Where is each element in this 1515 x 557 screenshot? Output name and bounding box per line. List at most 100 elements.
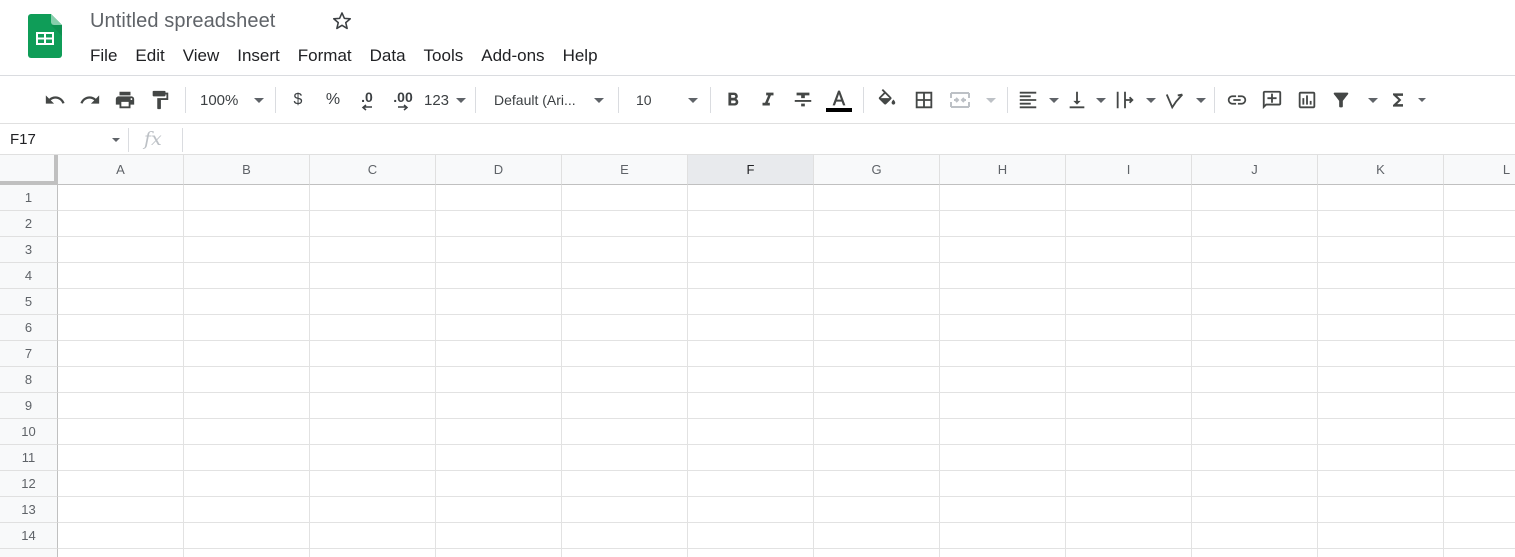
decrease-decimal-button[interactable]: .0	[354, 85, 380, 115]
row-header-1[interactable]: 1	[0, 185, 58, 211]
column-header-c[interactable]: C	[310, 155, 436, 185]
column-header-g[interactable]: G	[814, 155, 940, 185]
cell-c5[interactable]	[310, 289, 436, 315]
cell-e12[interactable]	[562, 471, 688, 497]
cell-c15[interactable]	[310, 549, 436, 557]
cell-b1[interactable]	[184, 185, 310, 211]
cell-g10[interactable]	[814, 419, 940, 445]
cell-c2[interactable]	[310, 211, 436, 237]
cell-e3[interactable]	[562, 237, 688, 263]
menu-tools[interactable]: Tools	[415, 44, 473, 68]
cell-d14[interactable]	[436, 523, 562, 549]
cell-f10[interactable]	[688, 419, 814, 445]
column-header-e[interactable]: E	[562, 155, 688, 185]
paint-format-button[interactable]	[147, 85, 173, 115]
cell-i7[interactable]	[1066, 341, 1192, 367]
bold-button[interactable]	[720, 85, 746, 115]
select-all-corner[interactable]	[0, 155, 58, 185]
more-formats-button[interactable]: 123	[424, 85, 466, 115]
cell-g6[interactable]	[814, 315, 940, 341]
cell-g7[interactable]	[814, 341, 940, 367]
cell-k9[interactable]	[1318, 393, 1444, 419]
cell-j1[interactable]	[1192, 185, 1318, 211]
menu-view[interactable]: View	[174, 44, 229, 68]
column-header-j[interactable]: J	[1192, 155, 1318, 185]
vertical-align-button[interactable]	[1066, 85, 1106, 115]
cell-h5[interactable]	[940, 289, 1066, 315]
cell-c14[interactable]	[310, 523, 436, 549]
cell-a12[interactable]	[58, 471, 184, 497]
cell-g15[interactable]	[814, 549, 940, 557]
cell-g3[interactable]	[814, 237, 940, 263]
cell-e9[interactable]	[562, 393, 688, 419]
cell-c11[interactable]	[310, 445, 436, 471]
cell-b7[interactable]	[184, 341, 310, 367]
cell-g4[interactable]	[814, 263, 940, 289]
cell-k15[interactable]	[1318, 549, 1444, 557]
format-currency-button[interactable]: $	[286, 85, 310, 115]
cell-l15[interactable]	[1444, 549, 1515, 557]
cell-j3[interactable]	[1192, 237, 1318, 263]
cell-e5[interactable]	[562, 289, 688, 315]
cell-g2[interactable]	[814, 211, 940, 237]
menu-add-ons[interactable]: Add-ons	[472, 44, 553, 68]
name-box[interactable]: F17	[0, 125, 128, 155]
cell-l6[interactable]	[1444, 315, 1515, 341]
cell-g5[interactable]	[814, 289, 940, 315]
cell-f9[interactable]	[688, 393, 814, 419]
cell-f2[interactable]	[688, 211, 814, 237]
cell-g9[interactable]	[814, 393, 940, 419]
cell-j5[interactable]	[1192, 289, 1318, 315]
cell-k10[interactable]	[1318, 419, 1444, 445]
formula-input[interactable]	[190, 128, 1490, 152]
insert-comment-button[interactable]	[1259, 85, 1285, 115]
cell-f12[interactable]	[688, 471, 814, 497]
cell-c8[interactable]	[310, 367, 436, 393]
cell-b9[interactable]	[184, 393, 310, 419]
row-header-10[interactable]: 10	[0, 419, 58, 445]
cell-f11[interactable]	[688, 445, 814, 471]
cell-g12[interactable]	[814, 471, 940, 497]
text-wrapping-button[interactable]	[1114, 85, 1156, 115]
row-header-7[interactable]: 7	[0, 341, 58, 367]
cell-i13[interactable]	[1066, 497, 1192, 523]
cell-i14[interactable]	[1066, 523, 1192, 549]
cell-j11[interactable]	[1192, 445, 1318, 471]
cell-k14[interactable]	[1318, 523, 1444, 549]
cell-a14[interactable]	[58, 523, 184, 549]
cell-g8[interactable]	[814, 367, 940, 393]
cell-e1[interactable]	[562, 185, 688, 211]
cell-b8[interactable]	[184, 367, 310, 393]
cell-a13[interactable]	[58, 497, 184, 523]
cell-b13[interactable]	[184, 497, 310, 523]
cell-a10[interactable]	[58, 419, 184, 445]
column-header-h[interactable]: H	[940, 155, 1066, 185]
cell-d7[interactable]	[436, 341, 562, 367]
cell-b4[interactable]	[184, 263, 310, 289]
cell-d12[interactable]	[436, 471, 562, 497]
cell-b15[interactable]	[184, 549, 310, 557]
text-rotation-button[interactable]	[1164, 85, 1206, 115]
row-header-14[interactable]: 14	[0, 523, 58, 549]
cell-e10[interactable]	[562, 419, 688, 445]
cell-g14[interactable]	[814, 523, 940, 549]
cell-l9[interactable]	[1444, 393, 1515, 419]
column-header-d[interactable]: D	[436, 155, 562, 185]
cell-e4[interactable]	[562, 263, 688, 289]
cell-i9[interactable]	[1066, 393, 1192, 419]
cell-i15[interactable]	[1066, 549, 1192, 557]
cell-f4[interactable]	[688, 263, 814, 289]
cell-k3[interactable]	[1318, 237, 1444, 263]
text-color-button[interactable]	[824, 85, 854, 115]
cell-c6[interactable]	[310, 315, 436, 341]
cell-j12[interactable]	[1192, 471, 1318, 497]
insert-chart-button[interactable]	[1294, 85, 1320, 115]
cell-l11[interactable]	[1444, 445, 1515, 471]
cell-h14[interactable]	[940, 523, 1066, 549]
cell-j14[interactable]	[1192, 523, 1318, 549]
cell-f6[interactable]	[688, 315, 814, 341]
cell-b2[interactable]	[184, 211, 310, 237]
italic-button[interactable]	[755, 85, 781, 115]
cell-d1[interactable]	[436, 185, 562, 211]
cell-f8[interactable]	[688, 367, 814, 393]
